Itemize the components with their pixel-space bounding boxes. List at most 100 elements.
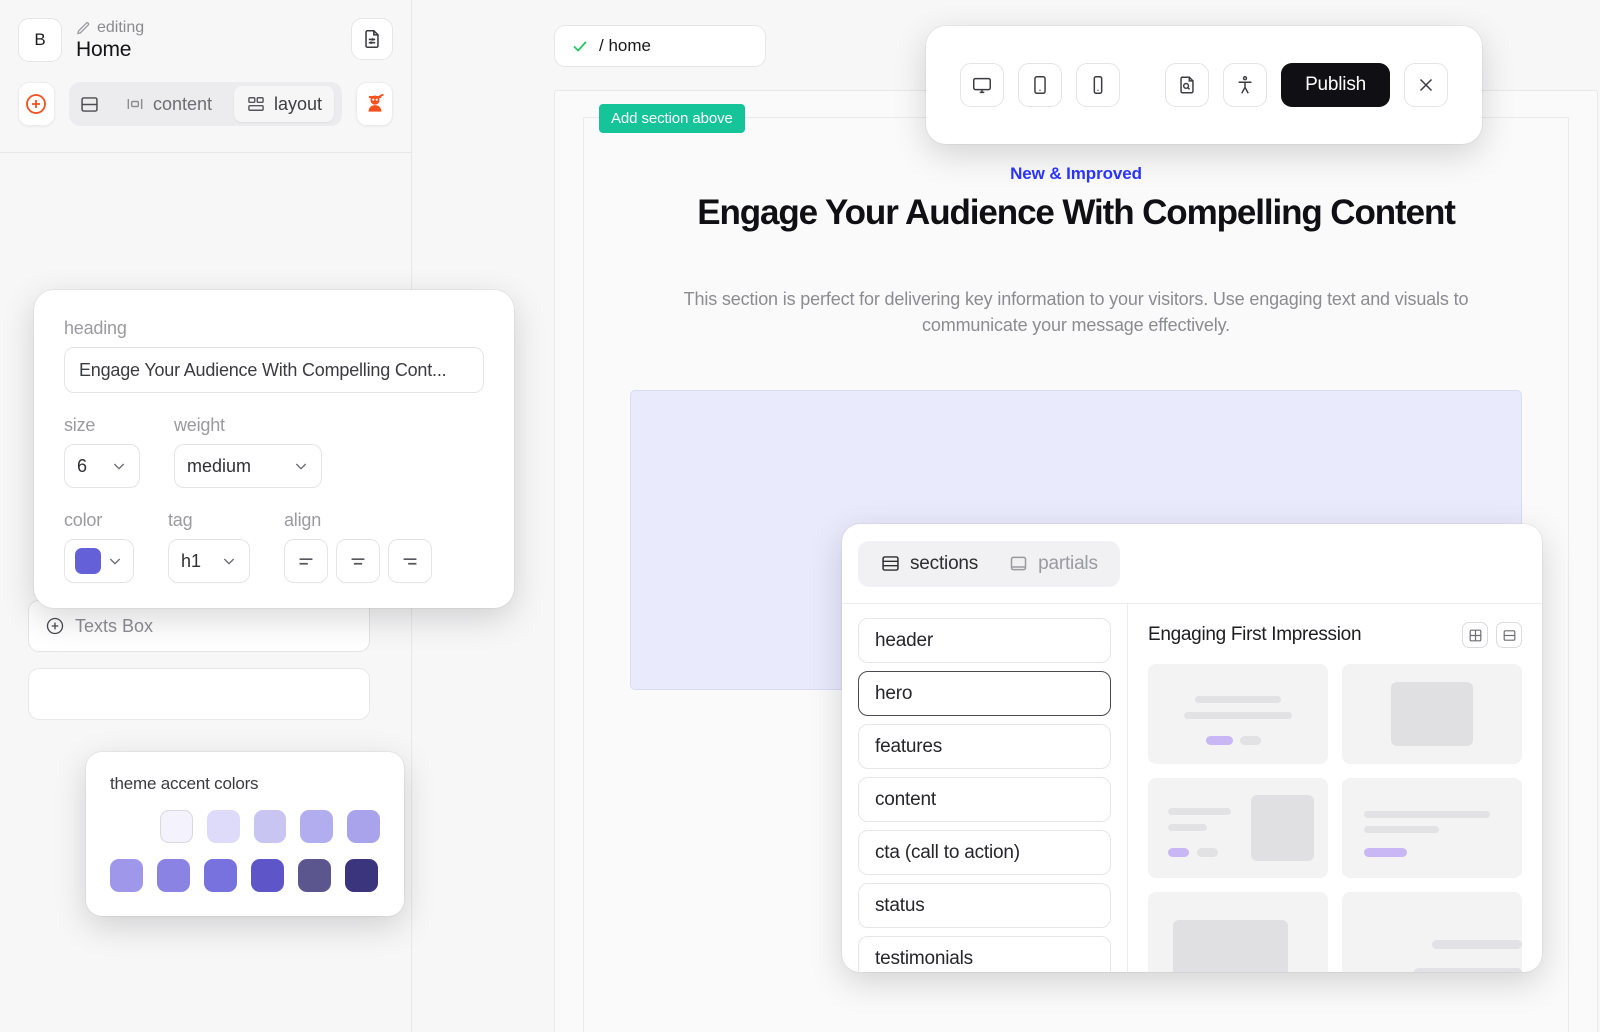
color-label: color: [64, 510, 103, 530]
accent-color-swatch[interactable]: [347, 810, 380, 843]
assistant-avatar-icon: [368, 93, 384, 112]
align-right-button[interactable]: [388, 539, 432, 583]
accent-color-swatch[interactable]: [204, 859, 237, 892]
panel-rows-button[interactable]: [77, 94, 103, 115]
document-search-icon: [1180, 76, 1194, 94]
template-card[interactable]: [1342, 892, 1522, 972]
list-view-button[interactable]: [1496, 622, 1522, 648]
sections-icon: [882, 556, 899, 571]
section-list-item-label: header: [875, 629, 933, 651]
tab-content[interactable]: content: [113, 86, 224, 122]
page-meta: editing Home: [76, 18, 337, 62]
align-left-button[interactable]: [284, 539, 328, 583]
size-weight-row: size 6 weight medium: [64, 415, 484, 488]
heading-text-input[interactable]: Engage Your Audience With Compelling Con…: [64, 347, 484, 393]
plus-circle-icon: [26, 94, 47, 114]
tablet-view-button[interactable]: [1018, 63, 1062, 107]
sections-preview: Engaging First Impression: [1128, 604, 1542, 972]
document-settings-button[interactable]: [351, 18, 393, 60]
heading-settings-panel: heading Engage Your Audience With Compel…: [34, 290, 514, 608]
add-element-button[interactable]: [18, 82, 55, 126]
desktop-view-button[interactable]: [960, 63, 1004, 107]
skeleton-block: [1250, 795, 1314, 861]
rows-icon: [81, 96, 99, 112]
size-value: 6: [77, 455, 88, 476]
layout-grid-icon: [248, 97, 264, 111]
tag-label: tag: [168, 510, 193, 530]
page-url-field[interactable]: / home: [554, 25, 766, 67]
publish-button[interactable]: Publish: [1281, 63, 1390, 107]
accent-color-swatch[interactable]: [345, 859, 378, 892]
section-list-item[interactable]: cta (call to action): [858, 830, 1111, 875]
accent-color-swatch[interactable]: [157, 859, 190, 892]
sidebar-divider: [0, 152, 411, 153]
template-card[interactable]: [1148, 664, 1328, 764]
content-align-icon: [127, 99, 143, 109]
tag-field: tag h1: [168, 510, 250, 583]
align-center-button[interactable]: [336, 539, 380, 583]
section-list-item-label: features: [875, 735, 943, 757]
section-list-item[interactable]: hero: [858, 671, 1111, 716]
skeleton-bar: [1363, 826, 1440, 833]
mobile-view-button[interactable]: [1076, 63, 1120, 107]
accent-color-swatch[interactable]: [206, 810, 240, 843]
section-list-item[interactable]: content: [858, 777, 1111, 822]
section-list-item[interactable]: testimonials: [858, 936, 1111, 972]
template-card[interactable]: [1148, 892, 1328, 972]
page-inspect-button[interactable]: [1165, 63, 1210, 107]
hero-eyebrow: New & Improved: [1010, 164, 1142, 183]
template-card[interactable]: [1342, 778, 1522, 878]
tab-partials-label: partials: [1038, 552, 1098, 574]
skeleton-bar: [1194, 696, 1282, 703]
weight-field: weight medium: [174, 415, 322, 488]
grid-view-button[interactable]: [1462, 622, 1488, 648]
tab-layout[interactable]: layout: [234, 86, 335, 122]
accessibility-button[interactable]: [1223, 63, 1268, 107]
accent-color-swatch[interactable]: [160, 810, 193, 843]
weight-value: medium: [187, 455, 252, 476]
skeleton-bar: [1196, 848, 1219, 857]
section-list-item[interactable]: header: [858, 618, 1111, 663]
accent-color-swatch[interactable]: [251, 859, 284, 892]
size-label: size: [64, 415, 96, 435]
weight-select[interactable]: medium: [174, 444, 322, 488]
size-field: size 6: [64, 415, 140, 488]
accessibility-icon: [1238, 76, 1252, 94]
align-field: align: [284, 510, 432, 583]
empty-element-slot[interactable]: [28, 668, 370, 720]
editing-status: editing: [76, 19, 337, 37]
phone-icon: [1093, 76, 1103, 94]
color-swatch: [75, 548, 101, 574]
tag-select[interactable]: h1: [168, 539, 250, 583]
template-card[interactable]: [1342, 664, 1522, 764]
section-list-item[interactable]: features: [858, 724, 1111, 769]
section-list-item[interactable]: status: [858, 883, 1111, 928]
weight-label: weight: [174, 415, 225, 435]
assistant-button[interactable]: [356, 82, 393, 126]
document-settings-icon: [365, 29, 379, 49]
content-layout-segmented-control[interactable]: content layout: [68, 82, 343, 126]
template-card[interactable]: [1148, 778, 1328, 878]
grid-icon: [1469, 629, 1481, 641]
skeleton-bar: [1167, 808, 1231, 815]
color-select[interactable]: [64, 539, 134, 583]
tab-sections[interactable]: sections: [868, 545, 990, 583]
hero-headline[interactable]: Engage Your Audience With Compelling Con…: [663, 192, 1490, 233]
accent-color-swatch[interactable]: [110, 859, 143, 892]
accent-color-swatch[interactable]: [300, 810, 334, 843]
accent-color-swatch[interactable]: [298, 859, 331, 892]
accent-color-swatch[interactable]: [253, 810, 287, 843]
tab-partials[interactable]: partials: [996, 545, 1110, 583]
close-preview-button[interactable]: [1404, 63, 1448, 107]
hero-subtext[interactable]: This section is perfect for delivering k…: [682, 286, 1469, 338]
size-select[interactable]: 6: [64, 444, 140, 488]
check-icon: [573, 41, 587, 52]
skeleton-block: [1173, 920, 1289, 972]
tag-value: h1: [181, 550, 202, 571]
avatar[interactable]: B: [18, 18, 62, 62]
add-section-above-button[interactable]: Add section above: [599, 104, 745, 133]
sections-preview-header: Engaging First Impression: [1148, 622, 1522, 648]
sections-picker-panel: sections partials header hero features cont…: [842, 524, 1542, 972]
align-right-icon: [403, 558, 417, 565]
editing-label: editing: [97, 19, 145, 36]
